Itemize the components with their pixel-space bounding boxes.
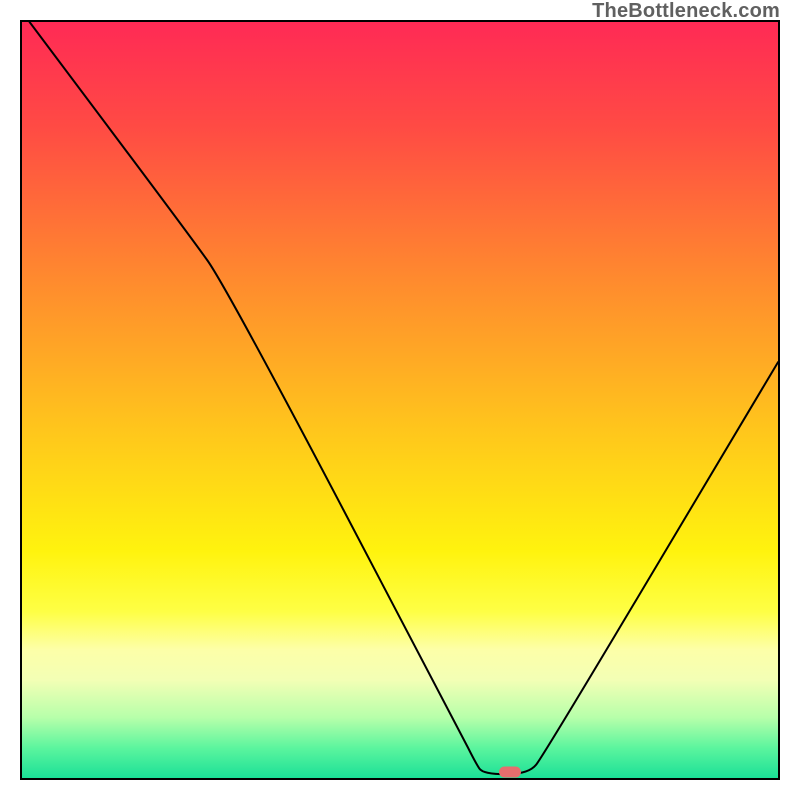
plot-area: [20, 20, 780, 780]
bottleneck-chart: TheBottleneck.com: [0, 0, 800, 800]
optimal-marker: [499, 766, 521, 777]
gradient-background: [22, 22, 778, 778]
